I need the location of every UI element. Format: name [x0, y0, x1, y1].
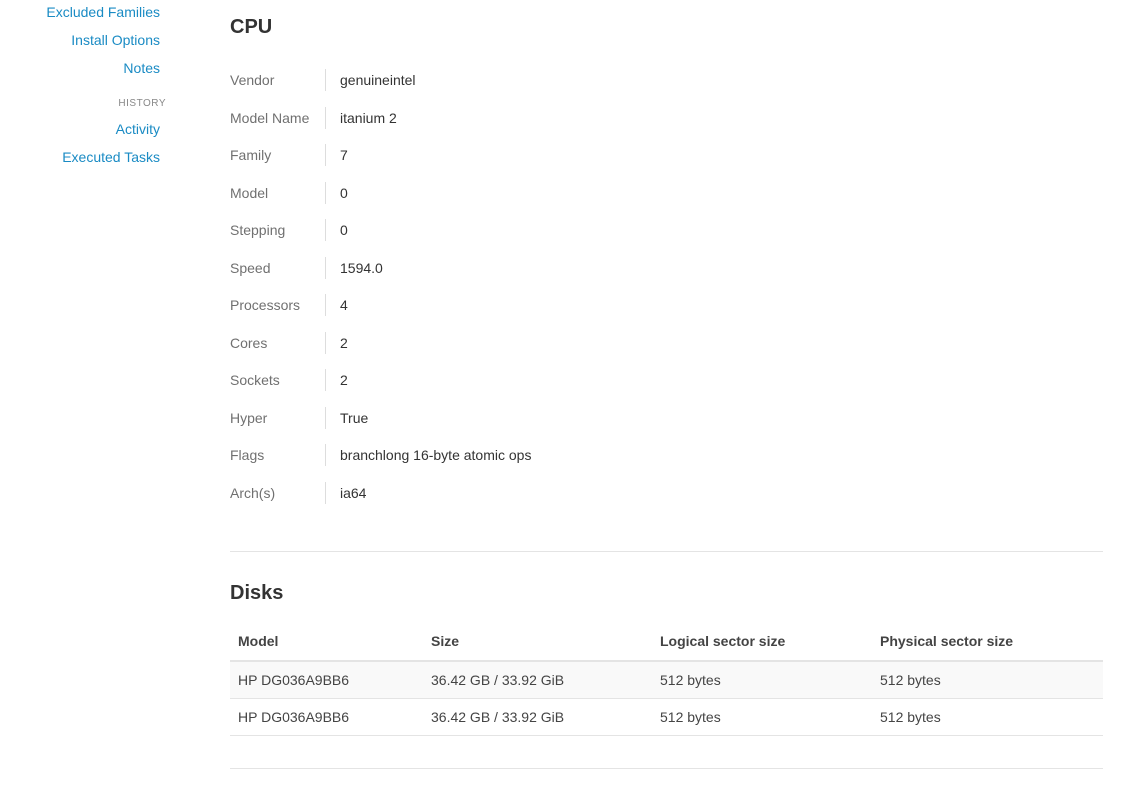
cpu-key: Model Name: [230, 109, 310, 126]
cpu-row-family: Family 7: [230, 136, 1103, 174]
cpu-key: Model: [230, 184, 269, 201]
cpu-key: Stepping: [230, 222, 286, 238]
row-divider: [325, 369, 326, 391]
table-cell: 36.42 GB / 33.92 GiB: [423, 661, 652, 699]
sidebar-link-activity[interactable]: Activity: [116, 121, 160, 137]
sidebar-link-install-options[interactable]: Install Options: [71, 32, 160, 48]
cpu-value: 7: [340, 147, 348, 163]
cpu-key: Hyper: [230, 409, 268, 426]
section-divider: [230, 768, 1103, 769]
table-row: HP DG036A9BB6 36.42 GB / 33.92 GiB 512 b…: [230, 661, 1103, 699]
column-header-model: Model: [230, 622, 423, 662]
cpu-row-processors: Processors 4: [230, 286, 1103, 324]
cpu-value: ia64: [340, 484, 367, 501]
table-cell: 512 bytes: [652, 661, 872, 699]
column-header-physical-sector-size: Physical sector size: [872, 622, 1103, 662]
cpu-row-stepping: Stepping 0: [230, 211, 1103, 249]
cpu-row-model-name: Model Name itanium 2: [230, 99, 1103, 137]
cpu-key: Arch(s): [230, 484, 276, 501]
cpu-key: Flags: [230, 447, 265, 463]
cpu-value: branchlong 16-byte atomic ops: [340, 447, 532, 463]
cpu-row-hyper: Hyper True: [230, 399, 1103, 437]
cpu-details-list: Vendor genuineintel Model Name itanium 2…: [230, 61, 1103, 511]
row-divider: [325, 144, 326, 166]
disks-section-title: Disks: [230, 582, 284, 604]
cpu-row-speed: Speed 1594.0: [230, 249, 1103, 287]
cpu-value: 2: [340, 372, 348, 388]
table-row: HP DG036A9BB6 36.42 GB / 33.92 GiB 512 b…: [230, 698, 1103, 736]
cpu-key: Vendor: [230, 72, 275, 88]
row-divider: [325, 181, 326, 204]
section-divider: [230, 551, 1103, 552]
cpu-section-title: CPU: [230, 16, 273, 38]
table-cell: HP DG036A9BB6: [230, 698, 423, 736]
row-divider: [325, 256, 326, 279]
table-cell: 36.42 GB / 33.92 GiB: [423, 698, 652, 736]
table-header-row: Model Size Logical sector size Physical …: [230, 622, 1103, 662]
row-divider: [325, 481, 326, 504]
row-divider: [325, 69, 326, 91]
table-cell: 512 bytes: [872, 698, 1103, 736]
table-cell: HP DG036A9BB6: [230, 661, 423, 699]
row-divider: [325, 219, 326, 241]
cpu-value: itanium 2: [340, 109, 397, 126]
column-header-logical-sector-size: Logical sector size: [652, 622, 872, 662]
cpu-value: 0: [340, 222, 348, 238]
sidebar-heading-history: HISTORY: [118, 98, 166, 109]
cpu-value: 2: [340, 334, 348, 351]
sidebar-link-notes[interactable]: Notes: [123, 60, 160, 76]
sidebar-link-executed-tasks[interactable]: Executed Tasks: [62, 149, 160, 165]
cpu-row-sockets: Sockets 2: [230, 361, 1103, 399]
row-divider: [325, 106, 326, 129]
row-divider: [325, 444, 326, 466]
cpu-key: Cores: [230, 334, 268, 351]
column-header-size: Size: [423, 622, 652, 662]
disks-table: Model Size Logical sector size Physical …: [230, 622, 1103, 736]
cpu-value: 1594.0: [340, 259, 383, 276]
cpu-key: Speed: [230, 259, 271, 276]
cpu-row-cores: Cores 2: [230, 324, 1103, 362]
table-cell: 512 bytes: [872, 661, 1103, 699]
cpu-key: Family: [230, 147, 272, 163]
row-divider: [325, 294, 326, 316]
cpu-row-model: Model 0: [230, 174, 1103, 212]
table-cell: 512 bytes: [652, 698, 872, 736]
cpu-value: True: [340, 409, 369, 426]
cpu-value: 4: [340, 297, 348, 313]
cpu-row-flags: Flags branchlong 16-byte atomic ops: [230, 436, 1103, 474]
cpu-key: Processors: [230, 297, 301, 313]
cpu-row-vendor: Vendor genuineintel: [230, 61, 1103, 99]
row-divider: [325, 331, 326, 354]
cpu-key: Sockets: [230, 372, 280, 388]
cpu-value: 0: [340, 184, 348, 201]
cpu-value: genuineintel: [340, 72, 416, 88]
row-divider: [325, 406, 326, 429]
cpu-row-archs: Arch(s) ia64: [230, 474, 1103, 512]
sidebar-link-excluded-families[interactable]: Excluded Families: [46, 4, 160, 20]
